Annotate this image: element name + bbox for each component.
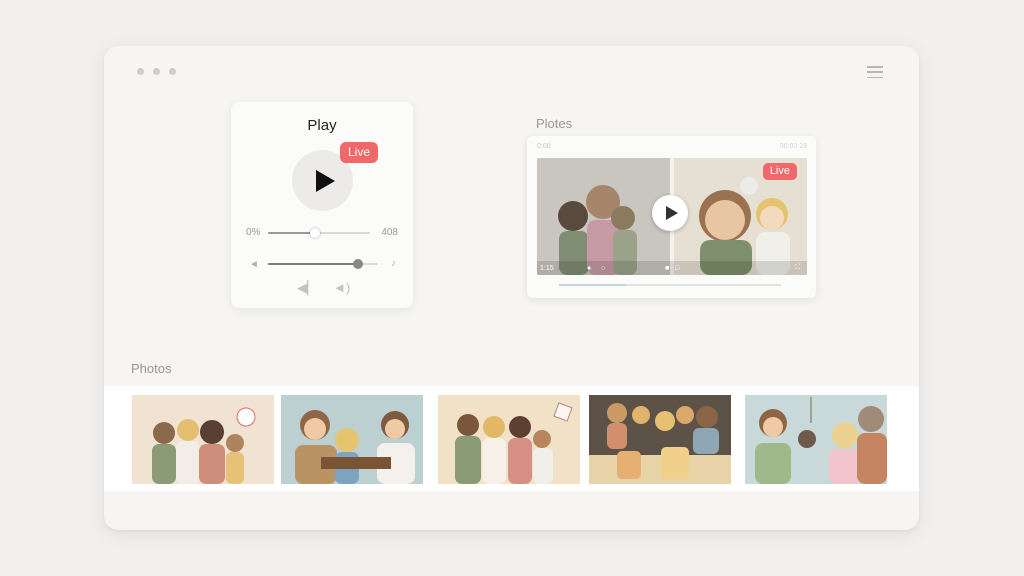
photo-1-illustration [132,395,274,484]
window-controls [137,68,176,75]
video-frame[interactable]: Live 1:15 ● ○ ■ □ ⛶ [537,158,807,275]
volume-fill [268,263,358,265]
window-dot-minimize[interactable] [153,68,160,75]
volume-slider[interactable] [268,259,378,269]
volume-row: ◄ ♪ [246,257,398,271]
photo-3-illustration [438,395,580,484]
video-current-time: 1:15 [540,265,554,272]
video-progress-bar[interactable] [559,284,781,286]
photo-4-illustration [589,395,731,484]
video-live-badge: Live [762,163,797,180]
progress-end-label: 408 [381,227,398,238]
video-play-button[interactable] [652,195,688,231]
photo-thumbnail[interactable] [281,395,423,484]
photo-thumbnail[interactable] [589,395,731,484]
photo-5-illustration [745,395,887,484]
photo-thumbnail[interactable] [132,395,274,484]
photo-thumbnail[interactable] [745,395,887,484]
play-icon [315,169,335,192]
previous-icon[interactable]: ◀▏ [297,280,317,296]
photos-section-label: Photos [131,361,172,376]
video-topbar-info: 00:00 28 [779,143,807,150]
progress-knob[interactable] [310,228,320,238]
progress-row: 0% 408 [246,226,398,240]
hamburger-menu-icon[interactable] [867,66,883,78]
window-dot-maximize[interactable] [169,68,176,75]
photo-2-illustration [281,395,423,484]
photo-strip [104,386,919,491]
video-cc-icon[interactable]: ○ [601,265,605,272]
player-title: Play [307,117,337,134]
video-topbar-time: 0:00 [537,143,551,150]
volume-icon[interactable]: ◄ [249,259,259,270]
play-icon [665,206,678,220]
video-topbar: 0:00 00:00 28 [537,143,807,151]
video-pip-icon[interactable]: □ [675,265,679,272]
speaker-icon[interactable]: ◄) [333,280,350,296]
video-progress-fill [559,284,626,286]
progress-start-label: 0% [246,227,261,238]
video-section-label: Plotes [536,116,573,131]
volume-knob[interactable] [353,259,363,269]
mute-icon[interactable]: ♪ [391,258,396,269]
video-settings-icon[interactable]: ■ [665,265,669,272]
video-controls-bar: 1:15 ● ○ ■ □ ⛶ [537,261,807,275]
transport-controls: ◀▏ ◄) [297,280,350,296]
photo-thumbnail[interactable] [438,395,580,484]
player-card: Play Live 0% 408 ◄ ♪ ◀▏ ◄) [231,102,413,308]
progress-fill [268,232,315,234]
progress-slider[interactable] [268,228,370,238]
window-dot-close[interactable] [137,68,144,75]
live-badge: Live [340,142,379,163]
video-volume-icon[interactable]: ● [587,265,591,272]
video-fullscreen-icon[interactable]: ⛶ [795,264,800,272]
video-card: 0:00 00:00 28 Live 1:15 ● ○ ■ □ ⛶ [527,136,816,298]
